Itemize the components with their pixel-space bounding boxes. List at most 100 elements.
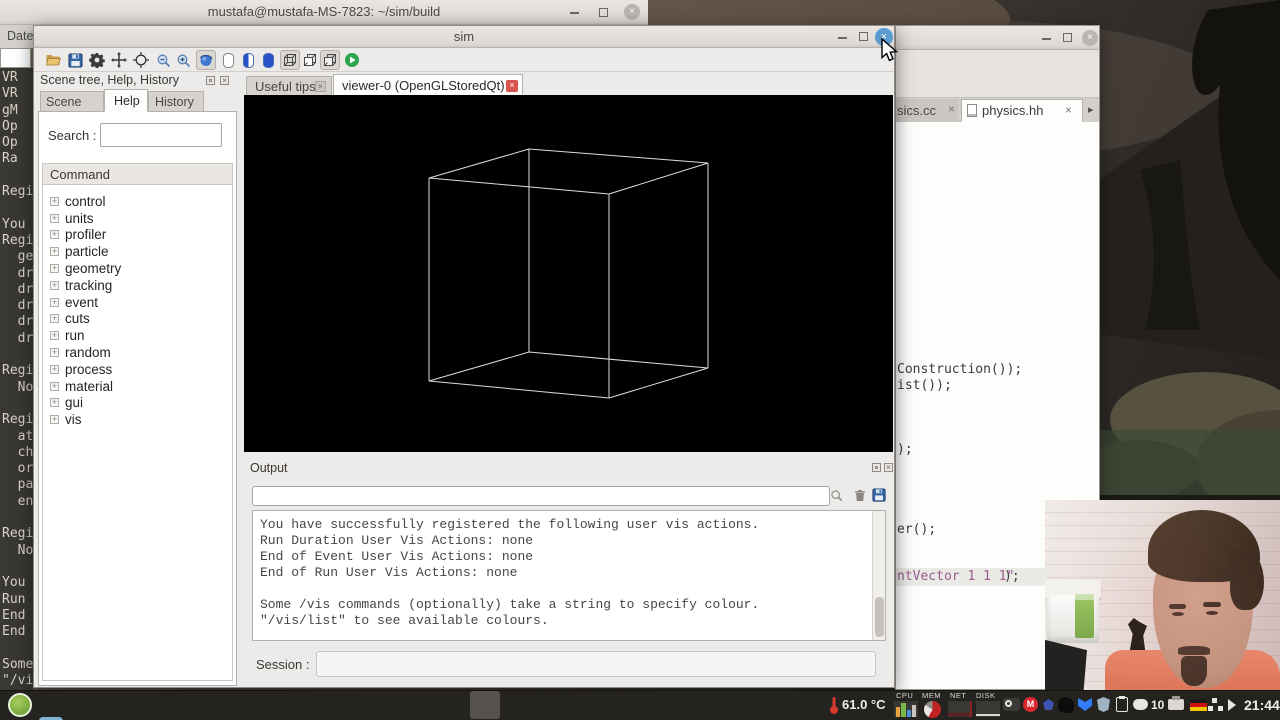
tree-header[interactable]: Command — [43, 164, 232, 185]
tab-useful-tips[interactable]: Useful tips × — [246, 76, 332, 96]
cube-wireframe-icon[interactable] — [280, 50, 300, 70]
tab-scene-tree[interactable]: Scene tree — [40, 91, 104, 123]
tab-help[interactable]: Help — [104, 89, 148, 112]
cube-solid-icon[interactable] — [320, 50, 340, 70]
editor-maximize-button[interactable] — [1063, 33, 1072, 42]
expand-icon[interactable]: + — [50, 364, 59, 374]
terminal-find-box[interactable] — [0, 48, 31, 68]
close-icon[interactable]: × — [315, 81, 326, 92]
expand-icon[interactable]: + — [50, 230, 59, 240]
temperature-value[interactable]: 61.0 °C — [842, 697, 886, 712]
surface-half-icon[interactable] — [238, 50, 258, 70]
tab-overflow-arrow-icon[interactable]: ▸ — [1088, 103, 1094, 116]
clock[interactable]: 21:44 — [1244, 697, 1280, 713]
move-icon[interactable] — [109, 50, 129, 70]
clipboard-icon[interactable] — [1116, 696, 1128, 712]
mem-graph[interactable] — [924, 701, 941, 718]
tree-item[interactable]: + run — [43, 327, 232, 344]
tree-item[interactable]: + event — [43, 294, 232, 311]
cpu-label[interactable]: CPU — [896, 691, 913, 700]
expand-icon[interactable]: + — [50, 213, 59, 223]
expand-icon[interactable]: + — [50, 280, 59, 290]
net-graph[interactable] — [948, 701, 972, 717]
sim-maximize-button[interactable] — [859, 32, 868, 41]
mem-label[interactable]: MEM — [922, 691, 941, 700]
search-icon[interactable] — [830, 489, 843, 502]
sim-minimize-button[interactable] — [838, 37, 847, 39]
scrollbar-thumb[interactable] — [875, 597, 884, 637]
expand-icon[interactable]: + — [50, 264, 59, 274]
mint-menu-icon[interactable] — [8, 693, 32, 717]
output-scrollbar[interactable] — [872, 511, 885, 640]
close-icon[interactable]: × — [948, 102, 955, 116]
tree-item[interactable]: + tracking — [43, 277, 232, 294]
sim-titlebar[interactable]: sim — [34, 26, 894, 48]
volume-icon[interactable] — [1228, 699, 1242, 711]
tray-count[interactable]: 10 — [1151, 698, 1164, 712]
zoom-out-icon[interactable] — [153, 50, 173, 70]
zoom-in-icon[interactable] — [173, 50, 193, 70]
editor-tab-physics-hh[interactable]: physics.hh × — [961, 99, 1083, 122]
editor-minimize-button[interactable] — [1042, 38, 1051, 40]
editor-close-button[interactable]: × — [1082, 30, 1098, 46]
open-icon[interactable] — [43, 50, 63, 70]
net-label[interactable]: NET — [950, 691, 967, 700]
tree-item[interactable]: + process — [43, 361, 232, 378]
dock-close-icon[interactable]: × — [220, 76, 229, 85]
expand-icon[interactable]: + — [50, 348, 59, 358]
disk-graph[interactable] — [976, 701, 1000, 717]
mega-icon[interactable]: M — [1023, 697, 1038, 712]
expand-icon[interactable]: + — [50, 398, 59, 408]
tree-item[interactable]: + control — [43, 193, 232, 210]
tree-item[interactable]: + particle — [43, 243, 232, 260]
ghost-icon[interactable] — [1058, 697, 1072, 712]
tab-viewer-0[interactable]: viewer-0 (OpenGLStoredQt) × — [333, 74, 523, 96]
settings-icon[interactable] — [87, 50, 107, 70]
expand-icon[interactable]: + — [50, 297, 59, 307]
tab-history[interactable]: History — [148, 91, 204, 112]
opengl-viewport[interactable] — [244, 95, 893, 452]
output-float-icon[interactable] — [872, 463, 881, 472]
session-input[interactable] — [316, 651, 876, 677]
expand-icon[interactable]: + — [50, 247, 59, 257]
expand-icon[interactable]: + — [50, 331, 59, 341]
surface-solid-icon[interactable] — [258, 50, 278, 70]
cube-hidden-line-icon[interactable] — [300, 50, 320, 70]
terminal-maximize-button[interactable] — [599, 8, 608, 17]
terminal-close-button[interactable]: × — [624, 4, 640, 20]
output-filter-input[interactable] — [252, 486, 830, 506]
search-input[interactable] — [100, 123, 222, 147]
pick-icon[interactable] — [131, 50, 151, 70]
shield-icon[interactable] — [1097, 697, 1110, 712]
tree-item[interactable]: + units — [43, 210, 232, 227]
tree-item[interactable]: + material — [43, 378, 232, 395]
recorder-icon[interactable] — [1003, 698, 1020, 711]
save-output-icon[interactable] — [872, 488, 886, 502]
tree-item[interactable]: + cuts — [43, 311, 232, 328]
editor-tab-physics-cc[interactable]: sics.cc × — [896, 99, 958, 122]
output-close-icon[interactable]: × — [884, 463, 893, 472]
printer-icon[interactable] — [1168, 696, 1184, 710]
keyboard-de-icon[interactable] — [1190, 699, 1207, 711]
expand-icon[interactable]: + — [50, 381, 59, 391]
close-icon[interactable]: × — [1065, 103, 1072, 117]
save-icon[interactable] — [65, 50, 85, 70]
tree-item[interactable]: + profiler — [43, 227, 232, 244]
clear-trash-icon[interactable] — [853, 488, 867, 503]
expand-icon[interactable]: + — [50, 314, 59, 324]
tree-item[interactable]: + random — [43, 344, 232, 361]
disk-label[interactable]: DISK — [976, 691, 996, 700]
network-icon[interactable] — [1212, 698, 1217, 703]
expand-icon[interactable]: + — [50, 415, 59, 425]
close-icon[interactable]: × — [506, 80, 518, 92]
terminal-titlebar[interactable]: mustafa@mustafa-MS-7823: ~/sim/build — [0, 0, 648, 25]
controller-icon[interactable] — [1133, 699, 1148, 710]
expand-icon[interactable]: + — [50, 196, 59, 206]
tree-item[interactable]: + geometry — [43, 260, 232, 277]
tree-item[interactable]: + gui — [43, 395, 232, 412]
dock-float-icon[interactable] — [206, 76, 215, 85]
cpu-graph[interactable] — [894, 701, 918, 717]
rotate-icon[interactable] — [196, 50, 216, 70]
tree-item[interactable]: + vis — [43, 411, 232, 428]
run-icon[interactable] — [342, 50, 362, 70]
